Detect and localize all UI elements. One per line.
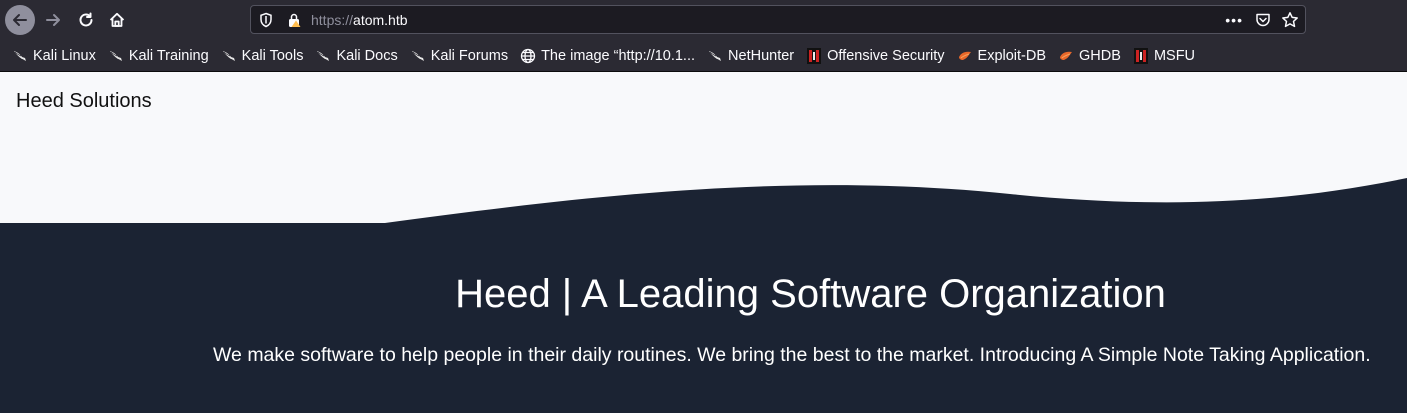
bookmark-nethunter[interactable]: NetHunter (705, 44, 800, 68)
hero-top-section: Heed Solutions (0, 72, 1407, 232)
bookmark-label: Exploit-DB (977, 47, 1047, 64)
kali-dragon-icon (709, 50, 722, 61)
url-host: atom.htb (353, 12, 408, 28)
bookmark-offensive-security[interactable]: Offensive Security (804, 44, 950, 68)
bookmark-kali-forums[interactable]: Kali Forums (408, 44, 514, 68)
bookmark-label: Kali Tools (241, 47, 304, 64)
address-bar[interactable]: https://atom.htb ••• (250, 5, 1306, 34)
bookmark-the-image[interactable]: The image “http://10.1... (518, 44, 701, 68)
bookmark-ghdb[interactable]: GHDB (1056, 44, 1127, 68)
bookmark-kali-linux[interactable]: Kali Linux (10, 44, 102, 68)
page-actions-menu-icon[interactable]: ••• (1225, 13, 1243, 27)
offsec-icon (1133, 47, 1148, 64)
exploit-db-icon (1060, 51, 1073, 60)
bookmark-kali-tools[interactable]: Kali Tools (219, 44, 310, 68)
reload-button[interactable] (71, 5, 101, 35)
bookmark-kali-docs[interactable]: Kali Docs (313, 44, 403, 68)
tracking-protection-shield-icon[interactable] (259, 12, 273, 28)
forward-button[interactable] (38, 5, 68, 35)
bookmarks-toolbar: Kali Linux Kali Training Kali Tools Kali… (0, 40, 1407, 72)
hero-headline: Heed | A Leading Software Organization (455, 272, 1166, 316)
bookmark-kali-training[interactable]: Kali Training (106, 44, 215, 68)
bookmark-label: The image “http://10.1... (541, 47, 696, 64)
page-content: Heed Solutions Heed | A Leading Software… (0, 72, 1407, 413)
url-scheme: https:// (311, 12, 354, 28)
kali-dragon-icon (14, 50, 26, 61)
offsec-icon (807, 47, 822, 64)
hero-wave-divider (0, 178, 1407, 232)
hero-tagline: We make software to help people in their… (213, 344, 1371, 366)
bookmark-exploit-db[interactable]: Exploit-DB (955, 44, 1053, 68)
arrow-left-icon (13, 14, 27, 26)
kali-dragon-icon (411, 50, 424, 61)
home-icon (109, 12, 125, 27)
bookmark-label: Kali Forums (430, 47, 509, 64)
pocket-icon[interactable] (1255, 12, 1271, 28)
kali-dragon-icon (317, 50, 330, 61)
kali-dragon-icon (109, 50, 122, 61)
url-text[interactable]: https://atom.htb (311, 12, 408, 28)
back-button[interactable] (5, 5, 35, 35)
reload-icon (79, 12, 93, 27)
bookmark-label: Kali Linux (33, 47, 96, 64)
arrow-right-icon (46, 14, 60, 26)
bookmark-star-icon[interactable] (1281, 11, 1299, 29)
exploit-db-icon (958, 51, 971, 60)
bookmark-label: GHDB (1079, 47, 1121, 64)
browser-toolbar: https://atom.htb ••• (0, 0, 1407, 40)
bookmark-label: Kali Docs (336, 47, 398, 64)
globe-icon (520, 48, 536, 63)
bookmark-label: MSFU (1153, 47, 1196, 64)
bookmark-msfu[interactable]: MSFU (1131, 44, 1201, 68)
site-brand[interactable]: Heed Solutions (16, 90, 152, 112)
bookmark-label: NetHunter (728, 47, 795, 64)
kali-dragon-icon (222, 50, 235, 61)
home-button[interactable] (102, 5, 132, 35)
bookmark-label: Offensive Security (827, 47, 945, 64)
bookmark-label: Kali Training (128, 47, 209, 64)
insecure-lock-icon[interactable] (287, 12, 301, 28)
